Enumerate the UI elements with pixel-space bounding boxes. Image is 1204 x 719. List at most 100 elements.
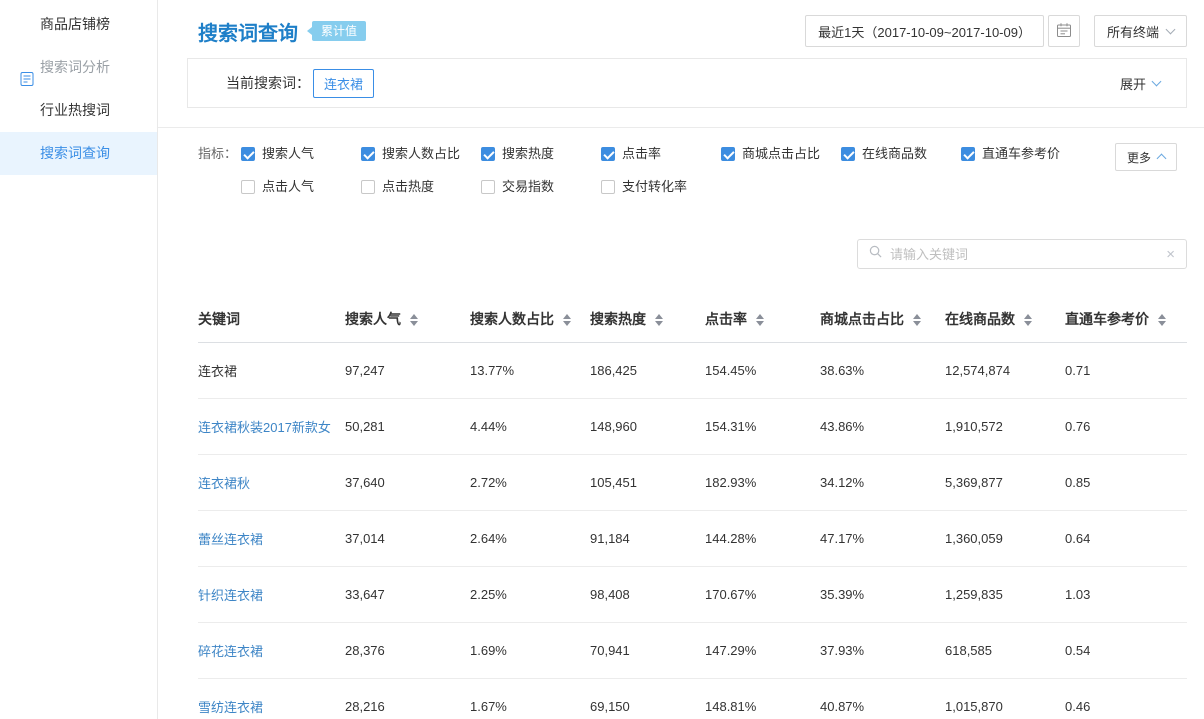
checkbox-checked-icon[interactable] (841, 147, 855, 161)
ztc-reference-price-cell: 1.03 (1065, 567, 1187, 623)
indicator-row-unchecked: 点击人气 点击热度 交易指数 (241, 176, 1081, 198)
clear-input-icon[interactable]: × (1166, 247, 1175, 262)
search-heat-cell: 105,451 (590, 455, 705, 511)
indicators-label: 指标： (198, 143, 241, 165)
keyword-link[interactable]: 蕾丝连衣裙 (198, 532, 263, 547)
keyword-link[interactable]: 针织连衣裙 (198, 588, 263, 603)
indicator-checkbox-item[interactable]: 在线商品数 (841, 143, 961, 165)
search-heat-cell: 186,425 (590, 343, 705, 399)
search-icon (869, 245, 882, 263)
terminal-dropdown[interactable]: 所有终端 (1094, 15, 1187, 47)
calendar-button[interactable] (1048, 15, 1080, 47)
main-content: 搜索词查询 累计值 最近1天（2017-10-09~2017-10-09） 所有… (158, 0, 1204, 719)
column-header[interactable]: 直通车参考价 (1065, 295, 1187, 343)
page-title: 搜索词查询 (198, 17, 298, 46)
sidebar-item-product-shop-rank[interactable]: 商品店铺榜 (0, 3, 157, 46)
click-rate-cell: 154.31% (705, 399, 820, 455)
keyword-cell[interactable]: 连衣裙秋 (198, 455, 345, 511)
indicator-checkbox-item[interactable]: 点击率 (601, 143, 721, 165)
keyword-cell[interactable]: 连衣裙 (198, 343, 345, 399)
table-row: 碎花连衣裙 28,376 1.69% 70,941 147.29% 37.93%… (198, 623, 1187, 679)
keyword-link[interactable]: 雪纺连衣裙 (198, 700, 263, 715)
click-rate-cell: 147.29% (705, 623, 820, 679)
search-heat-cell: 70,941 (590, 623, 705, 679)
online-products-cell: 5,369,877 (945, 455, 1065, 511)
search-users-ratio-cell: 13.77% (470, 343, 590, 399)
indicator-checkbox-item[interactable]: 点击人气 (241, 176, 361, 198)
checkbox-checked-icon[interactable] (481, 147, 495, 161)
expand-button[interactable]: 展开 (1120, 74, 1160, 93)
mall-click-ratio-cell: 47.17% (820, 511, 945, 567)
sidebar-item-label: 搜索词分析 (40, 59, 110, 75)
indicator-checkbox-item[interactable]: 交易指数 (481, 176, 601, 198)
more-button[interactable]: 更多 (1115, 143, 1177, 171)
table-row: 蕾丝连衣裙 37,014 2.64% 91,184 144.28% 47.17%… (198, 511, 1187, 567)
keyword-link[interactable]: 碎花连衣裙 (198, 644, 263, 659)
indicator-checkbox-item[interactable]: 搜索人气 (241, 143, 361, 165)
date-range-label: 最近1天（2017-10-09~2017-10-09） (818, 22, 1031, 41)
keyword-link[interactable]: 连衣裙 (198, 364, 237, 379)
column-header[interactable]: 点击率 (705, 295, 820, 343)
mall-click-ratio-cell: 37.93% (820, 623, 945, 679)
indicator-checkbox-item[interactable]: 搜索热度 (481, 143, 601, 165)
sort-icon[interactable] (756, 314, 764, 326)
checkbox-checked-icon[interactable] (721, 147, 735, 161)
indicator-item-label: 直通车参考价 (982, 143, 1060, 165)
checkbox-checked-icon[interactable] (601, 147, 615, 161)
chevron-up-icon (1157, 154, 1167, 164)
keyword-search-input[interactable] (890, 247, 1166, 262)
search-heat-cell: 148,960 (590, 399, 705, 455)
indicator-item-label: 点击热度 (382, 176, 434, 198)
sidebar-item-search-word-query[interactable]: 搜索词查询 (0, 132, 157, 175)
ztc-reference-price-cell: 0.54 (1065, 623, 1187, 679)
more-button-label: 更多 (1127, 149, 1151, 166)
date-range-button[interactable]: 最近1天（2017-10-09~2017-10-09） (805, 15, 1044, 47)
keyword-cell[interactable]: 蕾丝连衣裙 (198, 511, 345, 567)
checkbox-checked-icon[interactable] (361, 147, 375, 161)
keyword-link[interactable]: 连衣裙秋 (198, 476, 250, 491)
indicator-checkbox-item[interactable]: 搜索人数占比 (361, 143, 481, 165)
column-header[interactable]: 关键词 (198, 295, 345, 343)
search-users-ratio-cell: 2.25% (470, 567, 590, 623)
keyword-cell[interactable]: 雪纺连衣裙 (198, 679, 345, 719)
checkbox-unchecked-icon[interactable] (481, 180, 495, 194)
sort-icon[interactable] (1158, 314, 1166, 326)
sidebar-item-search-word-analysis[interactable]: 搜索词分析 (0, 46, 157, 89)
column-header[interactable]: 在线商品数 (945, 295, 1065, 343)
indicator-checkbox-item[interactable]: 商城点击占比 (721, 143, 841, 165)
search-users-ratio-cell: 2.72% (470, 455, 590, 511)
sidebar-item-industry-hot-words[interactable]: 行业热搜词 (0, 89, 157, 132)
checkbox-unchecked-icon[interactable] (601, 180, 615, 194)
sort-icon[interactable] (1024, 314, 1032, 326)
ztc-reference-price-cell: 0.46 (1065, 679, 1187, 719)
keyword-cell[interactable]: 碎花连衣裙 (198, 623, 345, 679)
search-popularity-cell: 50,281 (345, 399, 470, 455)
indicator-row-checked: 搜索人气 搜索人数占比 搜索热度 (241, 143, 1081, 165)
search-heat-cell: 69,150 (590, 679, 705, 719)
indicator-checkbox-item[interactable]: 点击热度 (361, 176, 481, 198)
indicator-checkbox-item[interactable]: 支付转化率 (601, 176, 721, 198)
column-header[interactable]: 搜索人气 (345, 295, 470, 343)
column-header-label: 直通车参考价 (1065, 311, 1149, 327)
sort-icon[interactable] (563, 314, 571, 326)
keyword-cell[interactable]: 针织连衣裙 (198, 567, 345, 623)
current-search-term-tag[interactable]: 连衣裙 (313, 69, 374, 98)
checkbox-unchecked-icon[interactable] (361, 180, 375, 194)
checkbox-checked-icon[interactable] (241, 147, 255, 161)
sort-icon[interactable] (913, 314, 921, 326)
chevron-down-icon (1166, 25, 1176, 35)
chevron-down-icon (1152, 77, 1162, 87)
indicator-item-label: 商城点击占比 (742, 143, 820, 165)
checkbox-checked-icon[interactable] (961, 147, 975, 161)
column-header[interactable]: 搜索人数占比 (470, 295, 590, 343)
indicator-checkbox-item[interactable]: 直通车参考价 (961, 143, 1081, 165)
keyword-link[interactable]: 连衣裙秋装2017新款女 (198, 420, 331, 435)
checkbox-unchecked-icon[interactable] (241, 180, 255, 194)
sort-icon[interactable] (655, 314, 663, 326)
column-header[interactable]: 商城点击占比 (820, 295, 945, 343)
column-header[interactable]: 搜索热度 (590, 295, 705, 343)
indicator-item-label: 点击率 (622, 143, 661, 165)
keyword-cell[interactable]: 连衣裙秋装2017新款女 (198, 399, 345, 455)
sort-icon[interactable] (410, 314, 418, 326)
online-products-cell: 1,015,870 (945, 679, 1065, 719)
